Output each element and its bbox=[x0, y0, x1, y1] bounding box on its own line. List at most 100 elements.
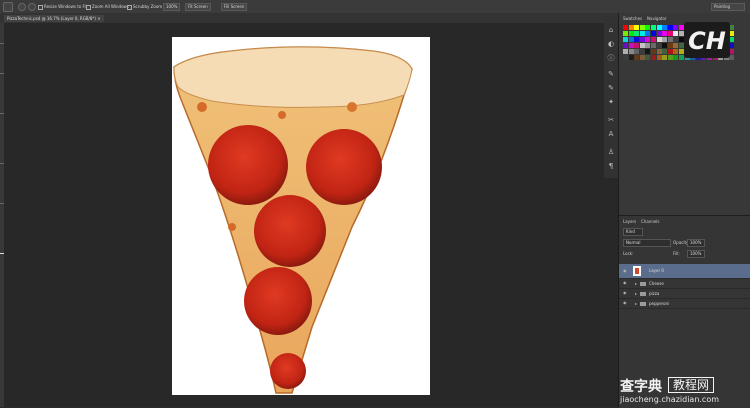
zoom-out-icon[interactable] bbox=[28, 3, 36, 11]
color-swatch[interactable] bbox=[662, 55, 668, 60]
brush-presets-icon[interactable]: ✎ bbox=[607, 84, 615, 92]
resize-windows-option[interactable]: Resize Windows to Fit bbox=[38, 4, 87, 10]
visibility-eye-icon[interactable]: ◉ bbox=[623, 269, 627, 273]
layer-row-pepperoni[interactable]: ◉ ▸ pepperoni bbox=[619, 299, 750, 309]
color-swatch[interactable] bbox=[729, 25, 735, 30]
fill-screen-button[interactable]: Fill Screen bbox=[221, 3, 248, 11]
color-swatch[interactable] bbox=[667, 37, 673, 42]
color-swatch[interactable] bbox=[651, 31, 656, 36]
color-swatch[interactable] bbox=[673, 37, 679, 42]
color-swatch[interactable] bbox=[628, 37, 634, 42]
color-swatch[interactable] bbox=[623, 49, 628, 54]
color-swatch[interactable] bbox=[729, 55, 735, 60]
color-swatch[interactable] bbox=[634, 43, 640, 48]
color-swatch[interactable] bbox=[673, 31, 679, 36]
tab-swatches[interactable]: Swatches bbox=[623, 16, 642, 21]
brush-icon[interactable]: ✎ bbox=[607, 70, 615, 78]
color-swatch[interactable] bbox=[662, 43, 668, 48]
color-swatch[interactable] bbox=[639, 55, 645, 60]
color-swatch[interactable] bbox=[673, 55, 679, 60]
scrubby-zoom-option[interactable]: Scrubby Zoom bbox=[127, 4, 162, 10]
fill-field[interactable]: 100% bbox=[687, 250, 705, 258]
color-swatch[interactable] bbox=[623, 31, 628, 36]
color-swatch[interactable] bbox=[729, 31, 735, 36]
checkbox-icon[interactable] bbox=[127, 4, 132, 10]
layer-row-cheese[interactable]: ◉ ▸ Cheese bbox=[619, 279, 750, 289]
color-swatch[interactable] bbox=[634, 55, 640, 60]
color-swatch[interactable] bbox=[645, 49, 651, 54]
document-canvas[interactable] bbox=[172, 37, 430, 395]
color-swatch[interactable] bbox=[645, 25, 651, 30]
color-swatch[interactable] bbox=[645, 31, 651, 36]
color-swatch[interactable] bbox=[628, 55, 634, 60]
color-swatch[interactable] bbox=[667, 55, 673, 60]
visibility-eye-icon[interactable]: ◉ bbox=[623, 301, 627, 305]
zoom-all-windows-option[interactable]: Zoom All Windows bbox=[86, 4, 129, 10]
blend-mode-select[interactable]: Normal bbox=[623, 239, 671, 247]
color-swatch[interactable] bbox=[656, 37, 662, 42]
color-swatch[interactable] bbox=[656, 25, 662, 30]
color-swatch[interactable] bbox=[651, 55, 656, 60]
document-tab[interactable]: PizzaTechnic.psd @ 16.7% (Layer 0, RGB/8… bbox=[4, 15, 104, 22]
color-swatch[interactable] bbox=[623, 37, 628, 42]
color-swatch[interactable] bbox=[656, 55, 662, 60]
color-swatch[interactable] bbox=[628, 49, 634, 54]
color-swatch[interactable] bbox=[651, 37, 656, 42]
color-swatch[interactable] bbox=[645, 43, 651, 48]
color-swatch[interactable] bbox=[634, 25, 640, 30]
visibility-eye-icon[interactable]: ◉ bbox=[623, 281, 627, 285]
color-swatch[interactable] bbox=[634, 31, 640, 36]
checkbox-icon[interactable] bbox=[38, 4, 43, 10]
character-icon[interactable]: A bbox=[607, 130, 615, 138]
color-swatch[interactable] bbox=[628, 31, 634, 36]
color-swatch[interactable] bbox=[656, 49, 662, 54]
layer-kind-filter[interactable]: Kind bbox=[623, 228, 643, 236]
layer-row-pizza[interactable]: ◉ ▸ pizza bbox=[619, 289, 750, 299]
disclosure-triangle-icon[interactable]: ▸ bbox=[635, 279, 637, 288]
tool-presets-icon[interactable]: ✂ bbox=[607, 116, 615, 124]
adjustments-icon[interactable]: ◐ bbox=[607, 40, 615, 48]
paragraph-icon[interactable]: ¶ bbox=[607, 162, 615, 170]
color-swatch[interactable] bbox=[651, 25, 656, 30]
color-swatch[interactable] bbox=[623, 55, 628, 60]
color-swatch[interactable] bbox=[662, 25, 668, 30]
zoom-100-button[interactable]: 100% bbox=[163, 3, 181, 11]
color-swatch[interactable] bbox=[729, 49, 735, 54]
tab-channels[interactable]: Channels bbox=[641, 219, 660, 224]
color-swatch[interactable] bbox=[656, 31, 662, 36]
color-swatch[interactable] bbox=[639, 43, 645, 48]
color-swatch[interactable] bbox=[673, 49, 679, 54]
checkbox-icon[interactable] bbox=[86, 4, 91, 10]
color-swatch[interactable] bbox=[623, 43, 628, 48]
color-swatch[interactable] bbox=[639, 49, 645, 54]
color-swatch[interactable] bbox=[628, 25, 634, 30]
color-swatch[interactable] bbox=[651, 49, 656, 54]
color-swatch[interactable] bbox=[662, 31, 668, 36]
color-swatch[interactable] bbox=[623, 25, 628, 30]
color-swatch[interactable] bbox=[639, 31, 645, 36]
color-swatch[interactable] bbox=[667, 49, 673, 54]
zoom-tool-icon[interactable] bbox=[3, 2, 13, 12]
opacity-field[interactable]: 100% bbox=[687, 239, 705, 247]
color-swatch[interactable] bbox=[673, 43, 679, 48]
color-swatch[interactable] bbox=[667, 43, 673, 48]
color-swatch[interactable] bbox=[628, 43, 634, 48]
zoom-in-icon[interactable] bbox=[18, 3, 26, 11]
color-swatch[interactable] bbox=[729, 43, 735, 48]
visibility-eye-icon[interactable]: ◉ bbox=[623, 291, 627, 295]
color-swatch[interactable] bbox=[673, 25, 679, 30]
color-swatch[interactable] bbox=[639, 25, 645, 30]
color-swatch[interactable] bbox=[639, 37, 645, 42]
color-swatch[interactable] bbox=[634, 37, 640, 42]
clone-source-icon[interactable]: ✦ bbox=[607, 98, 615, 106]
color-swatch[interactable] bbox=[645, 55, 651, 60]
tab-navigator[interactable]: Navigator bbox=[647, 16, 667, 21]
color-swatch[interactable] bbox=[651, 43, 656, 48]
fit-screen-button[interactable]: Fit Screen bbox=[185, 3, 211, 11]
disclosure-triangle-icon[interactable]: ▸ bbox=[635, 299, 637, 308]
layer-row-layer-0[interactable]: ◉ Layer 0 bbox=[619, 264, 750, 279]
info-icon[interactable]: ⓘ bbox=[607, 54, 615, 62]
color-swatch[interactable] bbox=[667, 31, 673, 36]
history-icon[interactable]: ⌂ bbox=[607, 26, 615, 34]
color-swatch[interactable] bbox=[662, 49, 668, 54]
